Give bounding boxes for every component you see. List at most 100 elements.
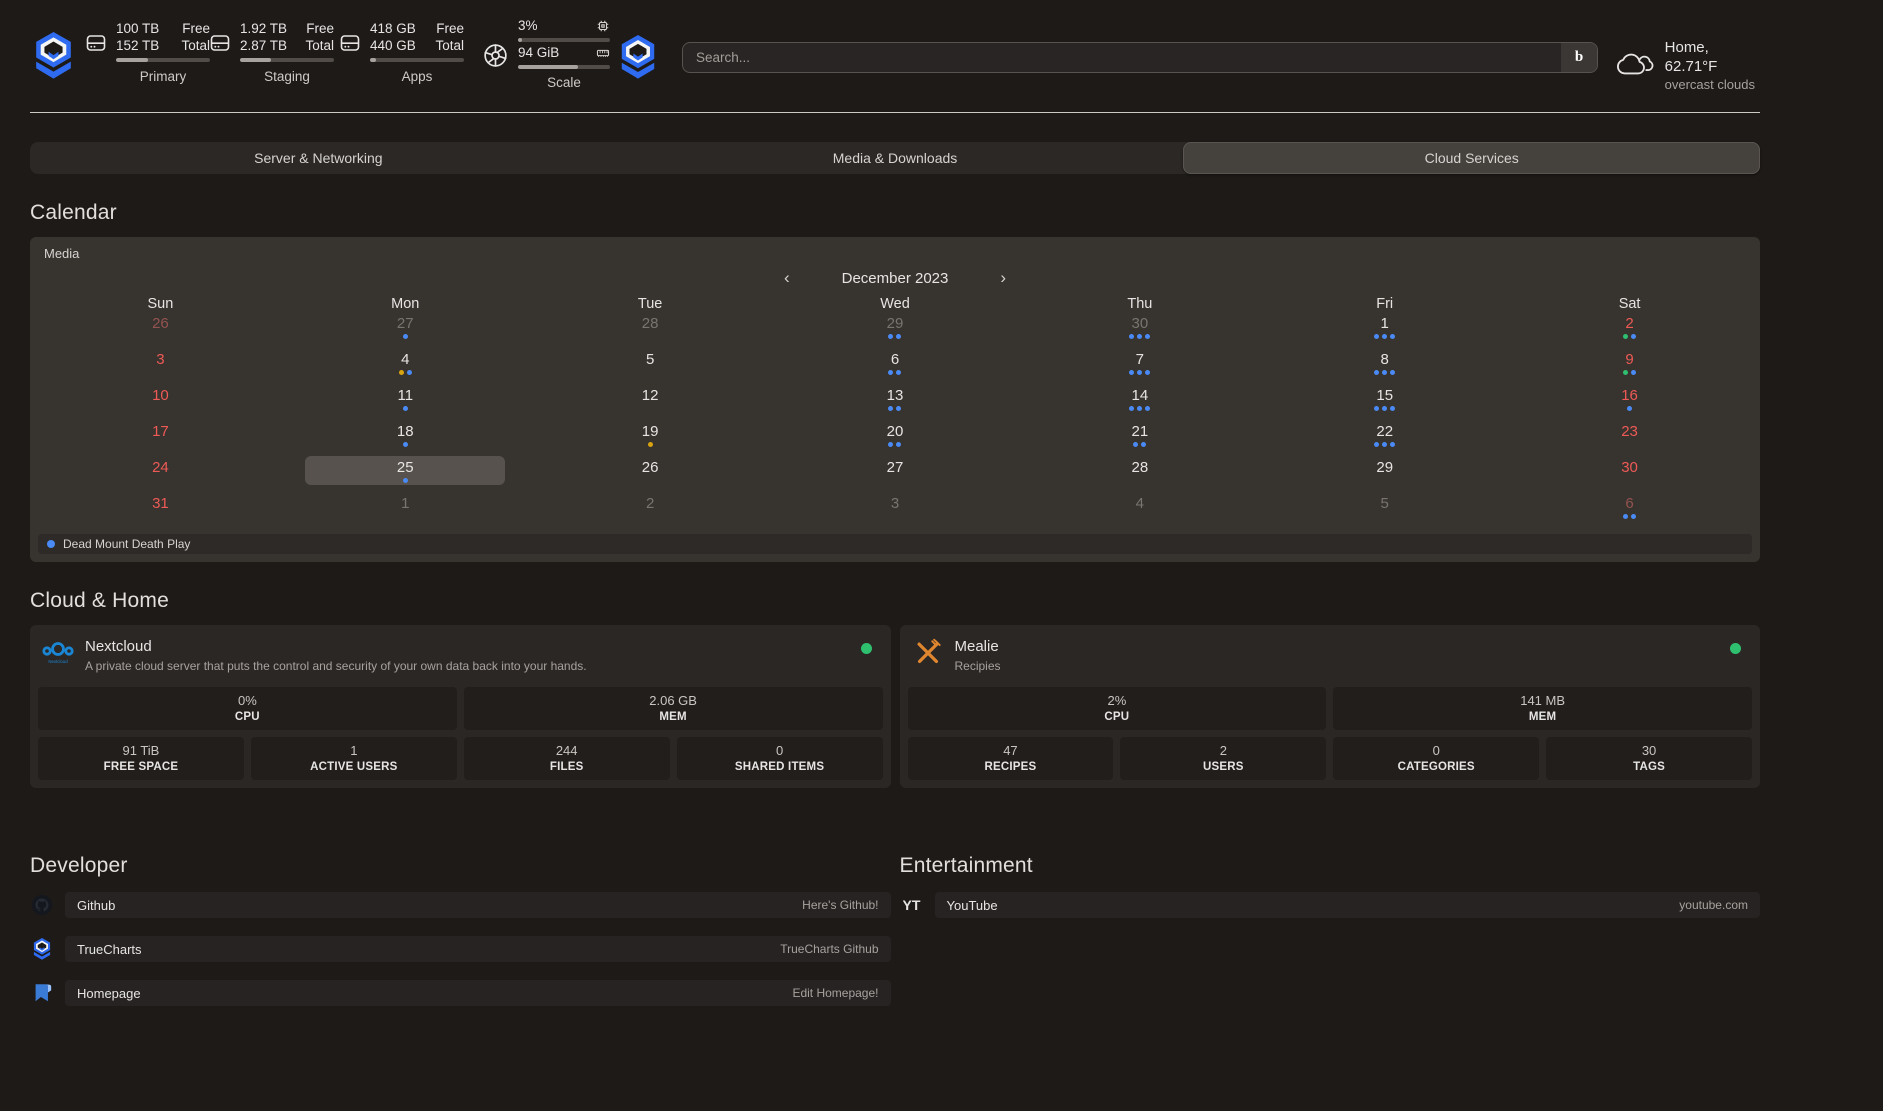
widget-name: Apps (370, 69, 464, 84)
event-dot (1631, 334, 1636, 339)
event-dot (1145, 334, 1150, 339)
search-input[interactable] (682, 42, 1598, 73)
month-title: December 2023 (842, 270, 949, 287)
stat-shared-items: 0SHARED ITEMS (677, 737, 883, 780)
calendar-widget-label: Media (44, 246, 1752, 261)
next-month-button[interactable]: › (996, 270, 1010, 286)
event-dot (1623, 514, 1628, 519)
weather-location-temp: Home, 62.71°F (1665, 38, 1760, 76)
memory-icon (596, 46, 610, 60)
total-label: Total (435, 37, 464, 54)
bing-search-button[interactable]: b (1561, 43, 1597, 72)
calendar-day-24: 24 (38, 456, 283, 492)
calendar-day-4: 4 (1017, 492, 1262, 528)
truecharts-icon (30, 937, 54, 961)
calendar-day-27: 27 (773, 456, 1018, 492)
tab-cloud-services[interactable]: Cloud Services (1183, 142, 1760, 174)
stat-files: 244FILES (464, 737, 670, 780)
service-card-nextcloud[interactable]: NextcloudNextcloudA private cloud server… (30, 625, 891, 788)
stat-users: 2USERS (1120, 737, 1326, 780)
calendar-day-13: 13 (773, 384, 1018, 420)
calendar-day-30: 30 (1017, 312, 1262, 348)
bookmark-link-truecharts[interactable]: TrueChartsTrueCharts Github (65, 936, 891, 962)
event-dot (888, 406, 893, 411)
event-dot (407, 370, 412, 375)
services-grid: NextcloudNextcloudA private cloud server… (30, 625, 1760, 788)
event-dot (1129, 406, 1134, 411)
event-dot (1374, 406, 1379, 411)
calendar-day-14: 14 (1017, 384, 1262, 420)
tab-server-networking[interactable]: Server & Networking (30, 142, 607, 174)
event-dot (403, 334, 408, 339)
truecharts-logo-icon (30, 32, 77, 79)
calendar-day-6: 6 (773, 348, 1018, 384)
bookmark-link-homepage[interactable]: HomepageEdit Homepage! (65, 980, 891, 1006)
bookmark-link-github[interactable]: GithubHere's Github! (65, 892, 891, 918)
calendar-day-21: 21 (1017, 420, 1262, 456)
event-dot (1390, 406, 1395, 411)
stat-categories: 0CATEGORIES (1333, 737, 1539, 780)
calendar-day-28: 28 (1017, 456, 1262, 492)
weather-widget: Home, 62.71°F overcast clouds (1614, 38, 1760, 93)
calendar-day-3: 3 (773, 492, 1018, 528)
calendar-day-15: 15 (1262, 384, 1507, 420)
calendar-day-4: 4 (283, 348, 528, 384)
event-dot (1374, 442, 1379, 447)
calendar-day-17: 17 (38, 420, 283, 456)
weekday-fri: Fri (1262, 296, 1507, 312)
event-dot (1137, 370, 1142, 375)
cloud-home-section: Cloud & Home NextcloudNextcloudA private… (30, 589, 1760, 788)
cloud-icon (1614, 50, 1654, 82)
service-name[interactable]: Mealie (955, 638, 1001, 656)
free-label: Free (436, 20, 464, 37)
calendar-day-26: 26 (528, 456, 773, 492)
free-label: Free (182, 20, 210, 37)
gauge-mem: 141 MBMEM (1333, 687, 1752, 730)
usage-bar (116, 58, 210, 62)
scale-widget-label: Scale (518, 75, 610, 90)
calendar-day-8: 8 (1262, 348, 1507, 384)
event-dot (896, 442, 901, 447)
event-dot (403, 442, 408, 447)
total-label: Total (181, 37, 210, 54)
calendar-day-28: 28 (528, 312, 773, 348)
calendar-day-30: 30 (1507, 456, 1752, 492)
calendar-week: 3456789 (38, 348, 1752, 384)
tab-media-downloads[interactable]: Media & Downloads (607, 142, 1184, 174)
event-dot (888, 334, 893, 339)
weather-condition: overcast clouds (1665, 76, 1760, 93)
prev-month-button[interactable]: ‹ (780, 270, 794, 286)
calendar-grid: 2627282930123456789101112131415161718192… (38, 312, 1752, 528)
calendar-day-5: 5 (1262, 492, 1507, 528)
service-name[interactable]: Nextcloud (85, 638, 587, 656)
weekday-sun: Sun (38, 296, 283, 312)
disk-icon (208, 31, 232, 55)
event-dot (896, 334, 901, 339)
abbr-icon: YT (900, 893, 924, 917)
status-dot (1730, 643, 1741, 654)
calendar-day-11: 11 (283, 384, 528, 420)
resource-widget-staging: 1.92 TBFree2.87 TBTotalStaging (208, 20, 334, 84)
tab-bar: Server & NetworkingMedia & DownloadsClou… (30, 142, 1760, 174)
event-dot (1141, 442, 1146, 447)
section-title-calendar: Calendar (30, 201, 1760, 225)
weekday-thu: Thu (1017, 296, 1262, 312)
total-value: 2.87 TB (240, 37, 287, 54)
event-title: Dead Mount Death Play (63, 537, 190, 551)
bookmark-row-truecharts: TrueChartsTrueCharts Github (30, 936, 891, 962)
status-dot (861, 643, 872, 654)
calendar-day-19: 19 (528, 420, 773, 456)
event-dot (1382, 406, 1387, 411)
calendar-day-29: 29 (773, 312, 1018, 348)
free-label: Free (306, 20, 334, 37)
service-card-mealie[interactable]: MealieRecipies2%CPU141 MBMEM47RECIPES2US… (900, 625, 1761, 788)
event-dot (1382, 334, 1387, 339)
bookmark-link-youtube[interactable]: YouTubeyoutube.com (935, 892, 1761, 918)
event-dot (1137, 334, 1142, 339)
stat-tags: 30TAGS (1546, 737, 1752, 780)
section-title-cloud-home: Cloud & Home (30, 589, 1760, 613)
event-dot (399, 370, 404, 375)
widget-name: Primary (116, 69, 210, 84)
calendar-week: 262728293012 (38, 312, 1752, 348)
calendar-day-7: 7 (1017, 348, 1262, 384)
